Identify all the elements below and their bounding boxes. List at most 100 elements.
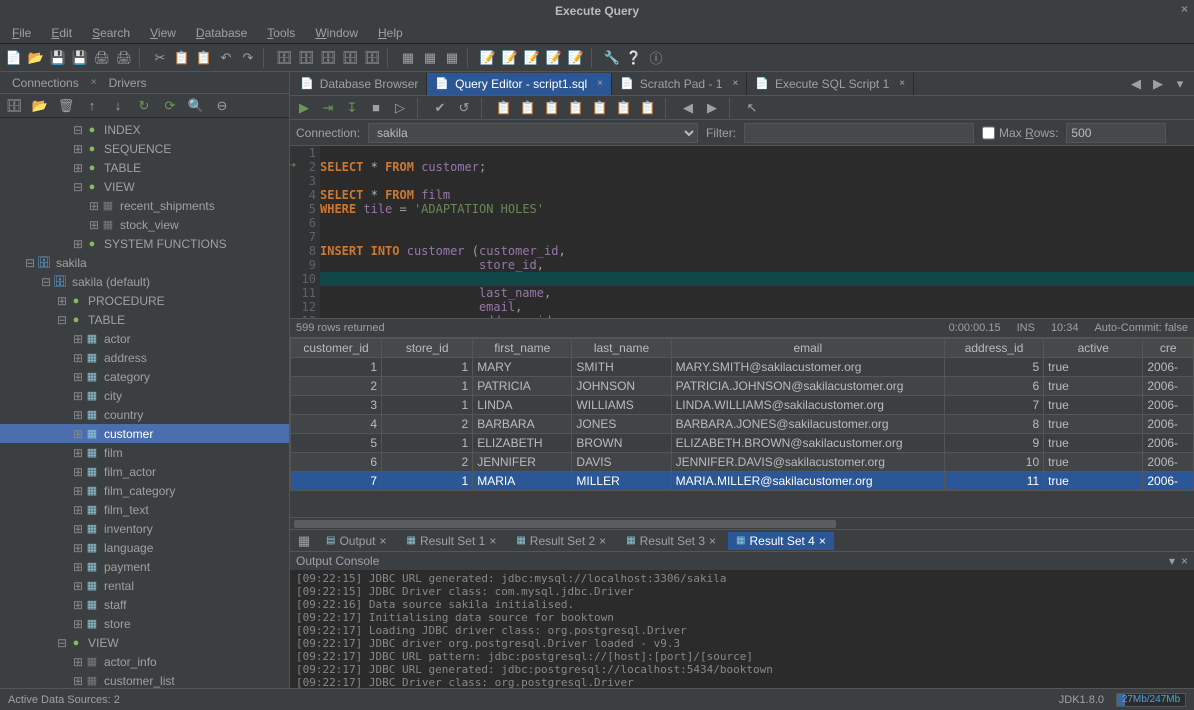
tree-item-address[interactable]: ⊞▦address [0,348,289,367]
db1-icon[interactable]: 🗄 [274,48,294,68]
editor-tab-execute-sql-script-1[interactable]: 📄Execute SQL Script 1× [747,73,914,95]
ed4-icon[interactable]: 📝 [544,48,564,68]
tree-item-sakila-default-[interactable]: ⊟🗄sakila (default) [0,272,289,291]
tree-item-language[interactable]: ⊞▦language [0,538,289,557]
ed-tool4-icon[interactable]: 📋 [566,98,586,118]
tab-close-icon[interactable]: × [899,78,905,89]
db-tree[interactable]: ⊟●INDEX⊞●SEQUENCE⊞●TABLE⊟●VIEW⊞▦recent_s… [0,118,289,688]
connect-icon[interactable]: ⟳ [160,96,180,116]
next-icon[interactable]: ▷ [390,98,410,118]
tree-item-view[interactable]: ⊟●VIEW [0,177,289,196]
col-customer_id[interactable]: customer_id [291,339,382,358]
resultset-tab-result-set-3[interactable]: ▦Result Set 3× [618,532,724,550]
col-cre[interactable]: cre [1143,339,1194,358]
sql3-icon[interactable]: ▦ [442,48,462,68]
ed1-icon[interactable]: 📝 [478,48,498,68]
tree-item-film-category[interactable]: ⊞▦film_category [0,481,289,500]
open-icon[interactable]: 📂 [26,48,46,68]
tab-next-icon[interactable]: ▶ [1148,74,1168,94]
tree-item-table[interactable]: ⊞●TABLE [0,158,289,177]
tree-item-film-text[interactable]: ⊞▦film_text [0,500,289,519]
col-store_id[interactable]: store_id [382,339,473,358]
search-tree-icon[interactable]: 🔍 [186,96,206,116]
tree-item-payment[interactable]: ⊞▦payment [0,557,289,576]
tree-item-category[interactable]: ⊞▦category [0,367,289,386]
table-row[interactable]: 31LINDAWILLIAMSLINDA.WILLIAMS@sakilacust… [291,396,1194,415]
commit-icon[interactable]: ✔ [430,98,450,118]
tree-item-film-actor[interactable]: ⊞▦film_actor [0,462,289,481]
help-icon[interactable]: ❔ [624,48,644,68]
tree-item-customer-list[interactable]: ⊞▦customer_list [0,671,289,688]
tree-item-staff[interactable]: ⊞▦staff [0,595,289,614]
tab-close-icon[interactable]: × [597,78,603,89]
menu-search[interactable]: Search [86,24,136,42]
info-icon[interactable]: ⓘ [646,48,666,68]
output-close-icon[interactable]: × [1181,554,1188,568]
table-row[interactable]: 42BARBARAJONESBARBARA.JONES@sakilacustom… [291,415,1194,434]
menu-file[interactable]: File [6,24,37,42]
tree-item-procedure[interactable]: ⊞●PROCEDURE [0,291,289,310]
tree-item-inventory[interactable]: ⊞▦inventory [0,519,289,538]
print-icon[interactable]: 🖨 [92,48,112,68]
save-icon[interactable]: 💾 [48,48,68,68]
tree-item-system-functions[interactable]: ⊞●SYSTEM FUNCTIONS [0,234,289,253]
editor-tab-database-browser[interactable]: 📄Database Browser [292,73,427,95]
rollback-icon[interactable]: ↺ [454,98,474,118]
col-first_name[interactable]: first_name [473,339,572,358]
menu-window[interactable]: Window [309,24,364,42]
fwd-icon[interactable]: ▶ [702,98,722,118]
table-row[interactable]: 62JENNIFERDAVISJENNIFER.DAVIS@sakilacust… [291,453,1194,472]
rs-close-icon[interactable]: × [489,534,496,548]
run-step-icon[interactable]: ↧ [342,98,362,118]
maxrows-checkbox[interactable] [982,123,995,143]
close-icon[interactable]: × [1181,2,1188,16]
rs-new-icon[interactable]: ▦ [294,531,314,551]
ed-tool3-icon[interactable]: 📋 [542,98,562,118]
tree-item-view[interactable]: ⊟●VIEW [0,633,289,652]
table-row[interactable]: 71MARIAMILLERMARIA.MILLER@sakilacustomer… [291,472,1194,491]
tab-close-icon[interactable]: × [732,78,738,89]
collapse-icon[interactable]: ⊖ [212,96,232,116]
result-grid[interactable]: customer_idstore_idfirst_namelast_nameem… [290,338,1194,491]
menu-view[interactable]: View [144,24,182,42]
tab-drivers[interactable]: Drivers [101,74,155,92]
resultset-tab-result-set-1[interactable]: ▦Result Set 1× [399,532,505,550]
tree-item-actor-info[interactable]: ⊞▦actor_info [0,652,289,671]
pointer-icon[interactable]: ↖ [742,98,762,118]
menu-tools[interactable]: Tools [261,24,301,42]
rs-close-icon[interactable]: × [819,534,826,548]
paste-icon[interactable]: 📋 [194,48,214,68]
db5-icon[interactable]: 🗄 [362,48,382,68]
prev-icon[interactable]: ◀ [678,98,698,118]
sql2-icon[interactable]: ▦ [420,48,440,68]
db3-icon[interactable]: 🗄 [318,48,338,68]
table-row[interactable]: 21PATRICIAJOHNSONPATRICIA.JOHNSON@sakila… [291,377,1194,396]
cut-icon[interactable]: ✂ [150,48,170,68]
new-icon[interactable]: 📄 [4,48,24,68]
output-min-icon[interactable]: ▾ [1169,554,1175,568]
ed5-icon[interactable]: 📝 [566,48,586,68]
tab-connections[interactable]: Connections [4,74,87,92]
editor-tab-scratch-pad-1[interactable]: 📄Scratch Pad - 1× [612,73,747,95]
maxrows-input[interactable] [1066,123,1166,143]
tab-prev-icon[interactable]: ◀ [1126,74,1146,94]
new-conn-icon[interactable]: 🗄 [4,96,24,116]
tree-item-stock-view[interactable]: ⊞▦stock_view [0,215,289,234]
config-icon[interactable]: 🔧 [602,48,622,68]
run-block-icon[interactable]: ⇥ [318,98,338,118]
tree-item-country[interactable]: ⊞▦country [0,405,289,424]
menu-database[interactable]: Database [190,24,253,42]
table-row[interactable]: 51ELIZABETHBROWNELIZABETH.BROWN@sakilacu… [291,434,1194,453]
rs-close-icon[interactable]: × [709,534,716,548]
tree-item-sequence[interactable]: ⊞●SEQUENCE [0,139,289,158]
tab-menu-icon[interactable]: ▾ [1170,74,1190,94]
up-icon[interactable]: ↑ [82,96,102,116]
menu-edit[interactable]: Edit [45,24,78,42]
stop-icon[interactable]: ■ [366,98,386,118]
ed-tool1-icon[interactable]: 📋 [494,98,514,118]
col-active[interactable]: active [1044,339,1143,358]
col-last_name[interactable]: last_name [572,339,671,358]
tree-item-actor[interactable]: ⊞▦actor [0,329,289,348]
tree-item-store[interactable]: ⊞▦store [0,614,289,633]
filter-input[interactable] [744,123,974,143]
